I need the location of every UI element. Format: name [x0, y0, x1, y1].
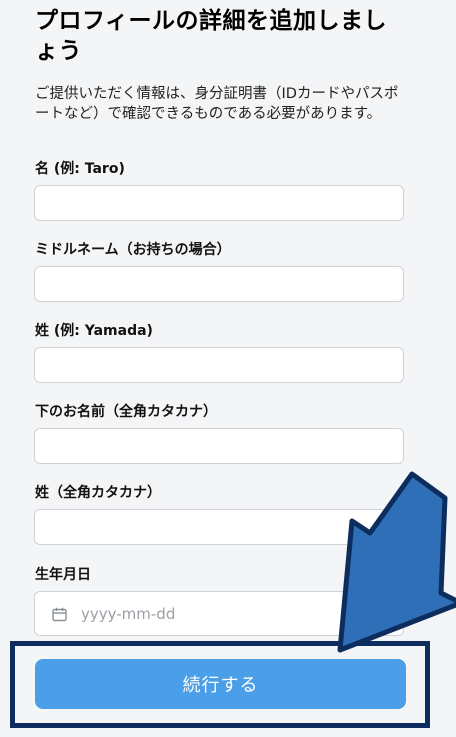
birthdate-placeholder: yyyy-mm-dd [81, 605, 176, 623]
profile-details-page: プロフィールの詳細を追加しましょう ご提供いただく情報は、身分証明書（IDカード… [0, 0, 456, 737]
birthdate-input[interactable]: yyyy-mm-dd [34, 591, 404, 636]
middle-name-input[interactable] [34, 266, 404, 302]
last-name-kana-input[interactable] [34, 509, 404, 545]
first-name-kana-label: 下のお名前（全角カタカナ） [35, 404, 217, 420]
continue-button[interactable]: 続行する [35, 659, 406, 709]
birthdate-label: 生年月日 [35, 567, 91, 583]
first-name-label: 名 (例: Taro) [35, 161, 125, 177]
last-name-input[interactable] [34, 347, 404, 383]
middle-name-label: ミドルネーム（お持ちの場合） [35, 242, 231, 258]
first-name-input[interactable] [34, 185, 404, 221]
last-name-kana-label: 姓（全角カタカナ） [35, 485, 161, 501]
calendar-icon [52, 607, 67, 626]
page-title: プロフィールの詳細を追加しましょう [35, 8, 388, 64]
first-name-kana-input[interactable] [34, 428, 404, 464]
last-name-label: 姓 (例: Yamada) [35, 323, 153, 339]
page-description: ご提供いただく情報は、身分証明書（IDカードやパスポートなど）で確認できるもので… [35, 86, 399, 122]
